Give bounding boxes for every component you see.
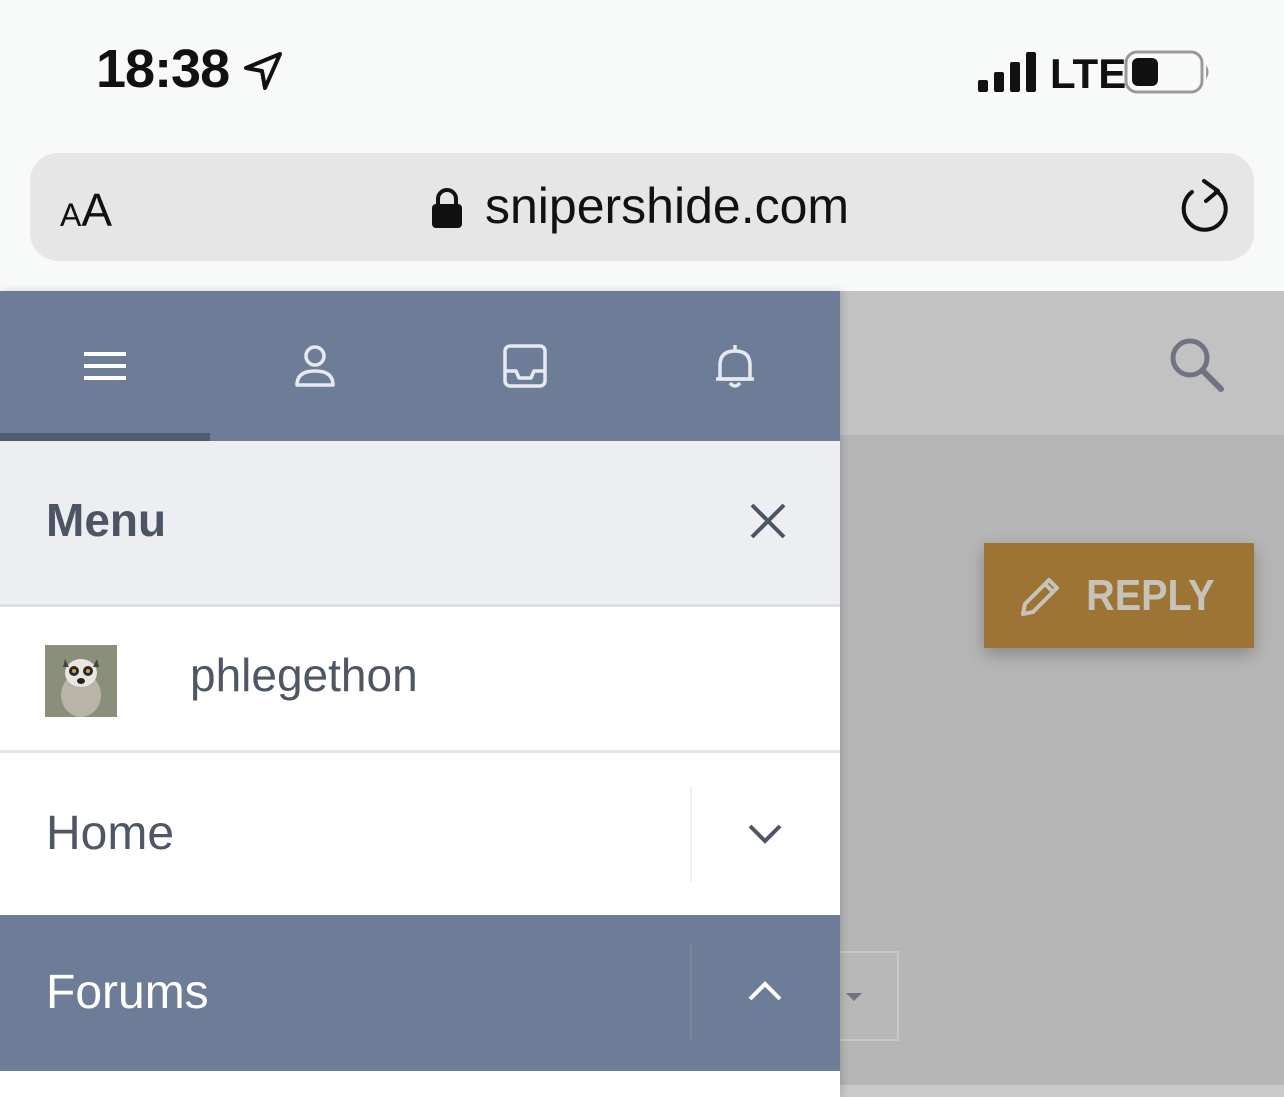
cellular-signal-icon	[978, 52, 1036, 92]
reload-icon[interactable]	[1176, 177, 1232, 237]
chevron-down-icon[interactable]	[744, 812, 786, 854]
menu-header: Menu	[0, 441, 840, 607]
submenu-area	[0, 1071, 840, 1097]
nav-item-home[interactable]: Home	[0, 756, 840, 912]
caret-down-icon	[846, 993, 862, 1001]
nav-item-label[interactable]: Home	[46, 806, 174, 861]
reply-label: REPLY	[1085, 570, 1215, 620]
tab-alerts[interactable]	[630, 291, 840, 441]
offcanvas-menu: Menu phlegethon Home Forums	[0, 291, 840, 1097]
menu-tabs	[0, 291, 840, 441]
username[interactable]: phlegethon	[190, 648, 418, 702]
location-arrow-icon	[244, 52, 282, 90]
lock-icon	[432, 188, 462, 228]
nav-divider	[690, 786, 692, 882]
hamburger-icon	[84, 352, 126, 380]
active-tab-indicator	[0, 433, 210, 441]
tab-account[interactable]	[210, 291, 420, 441]
inbox-icon	[503, 344, 547, 388]
bell-icon	[716, 345, 754, 388]
nav-divider	[690, 945, 692, 1041]
nav-item-label[interactable]: Forums	[46, 965, 209, 1020]
tab-menu[interactable]	[0, 291, 210, 441]
close-icon[interactable]	[746, 499, 790, 543]
address-bar[interactable]: AA snipershide.com	[30, 153, 1254, 261]
reply-button[interactable]: REPLY	[984, 543, 1254, 648]
page-bottom-bar	[840, 1085, 1284, 1097]
nav-item-forums[interactable]: Forums	[0, 915, 840, 1071]
status-bar: 18:38 LTE	[0, 0, 1284, 140]
avatar[interactable]	[45, 645, 117, 717]
battery-icon	[1124, 50, 1209, 94]
menu-title: Menu	[46, 494, 167, 546]
tab-inbox[interactable]	[420, 291, 630, 441]
text-size-button[interactable]: AA	[60, 183, 112, 237]
lemur-avatar-image	[45, 645, 117, 717]
chevron-up-icon[interactable]	[744, 971, 786, 1013]
user-profile-row[interactable]: phlegethon	[0, 610, 840, 753]
status-time: 18:38	[96, 39, 230, 99]
user-icon	[295, 345, 335, 387]
network-type-label: LTE	[1050, 50, 1127, 97]
url-text[interactable]: snipershide.com	[485, 177, 849, 235]
pencil-icon	[1020, 577, 1059, 616]
search-icon[interactable]	[1166, 334, 1226, 394]
